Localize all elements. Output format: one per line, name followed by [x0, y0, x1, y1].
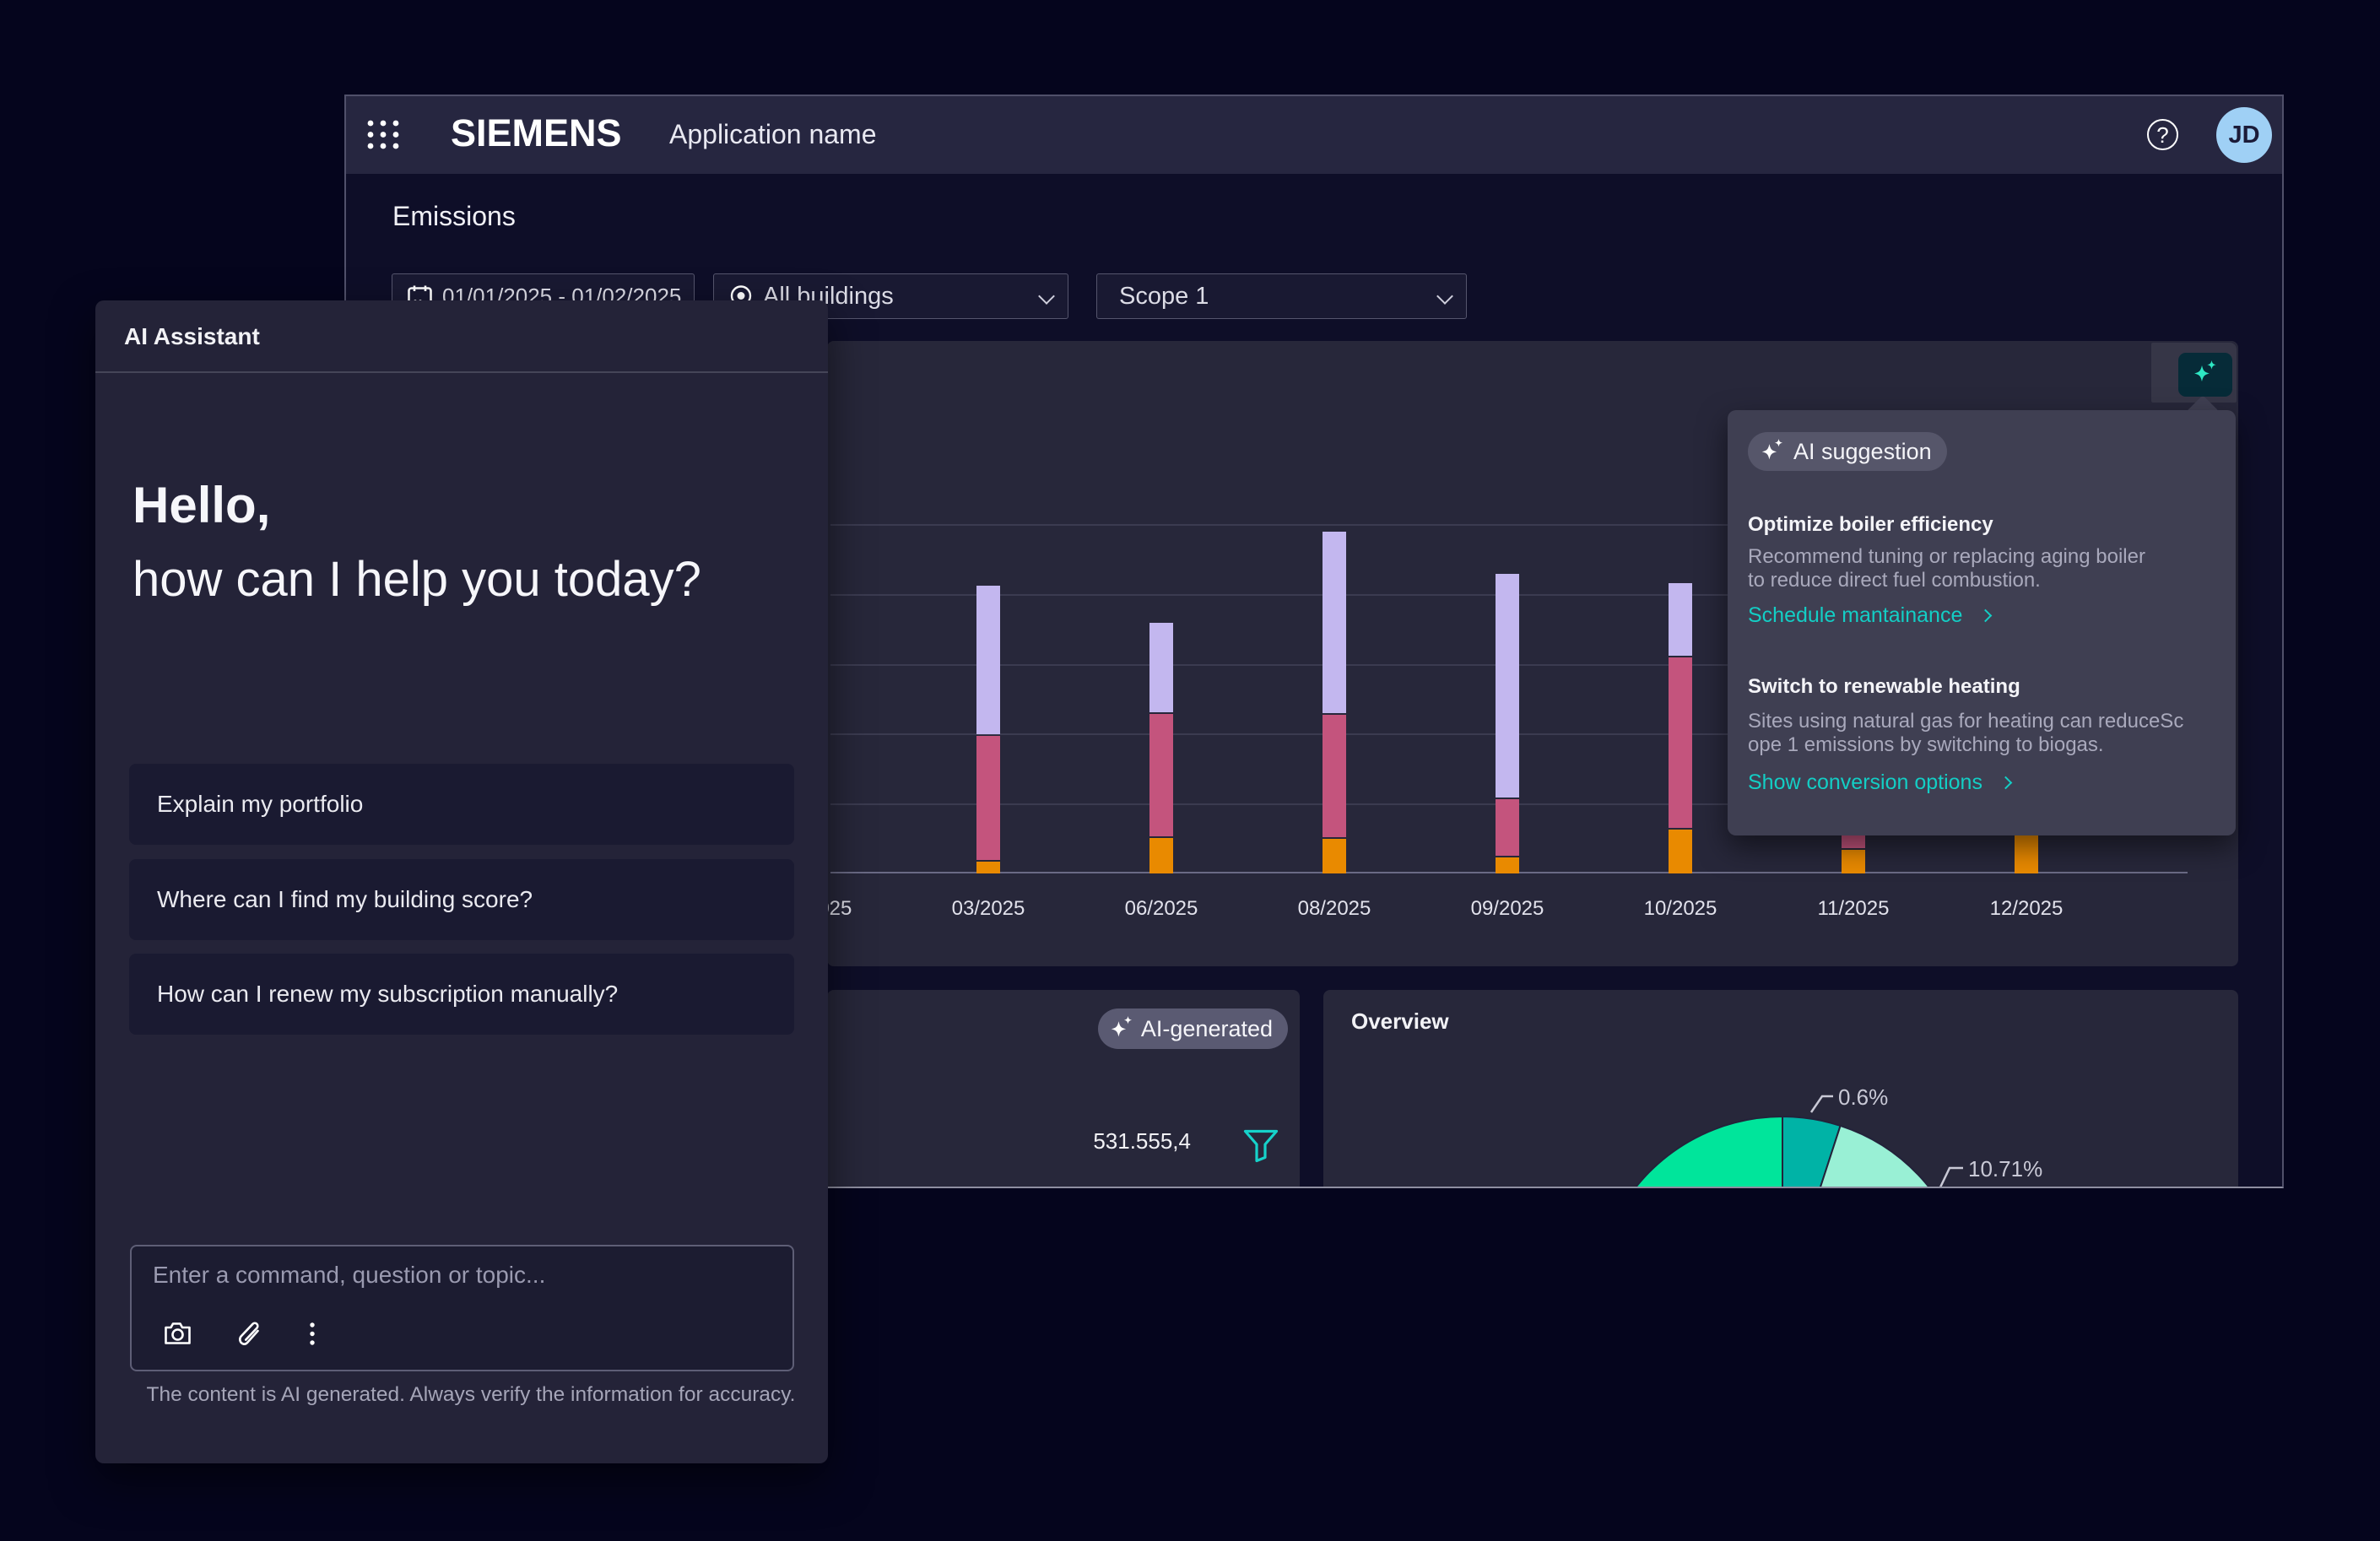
svg-text:10.71%: 10.71% — [1968, 1156, 2042, 1181]
svg-text:0.6%: 0.6% — [1838, 1084, 1888, 1110]
